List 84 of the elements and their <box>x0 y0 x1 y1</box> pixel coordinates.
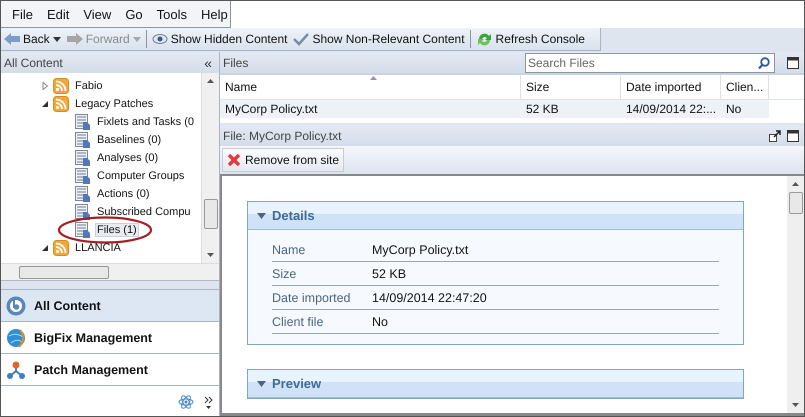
toolbar-button[interactable]: Show Hidden Content <box>146 30 290 48</box>
nav-button[interactable]: All Content <box>1 289 219 321</box>
tree-item[interactable]: Computer Groups <box>95 169 186 183</box>
field-label: Client file <box>272 314 324 328</box>
dropdown-caret-icon <box>52 36 61 42</box>
field-value: 52 KB <box>372 266 406 280</box>
table-cell-text: 52 KB <box>525 102 560 116</box>
collapse-triangle-icon <box>257 212 266 218</box>
vertical-scrollbar[interactable] <box>201 73 219 263</box>
scroll-thumb[interactable] <box>204 199 218 229</box>
horizontal-scrollbar[interactable] <box>1 263 219 280</box>
panel-title: Files <box>223 56 248 70</box>
menu-item[interactable]: File <box>5 6 40 22</box>
tree-item[interactable]: Fixlets and Tasks (0 <box>95 115 196 129</box>
tree-item[interactable]: Actions (0) <box>95 187 152 201</box>
tree-expander-icon[interactable] <box>41 244 49 252</box>
tree-item[interactable]: LLANCIA <box>73 241 123 255</box>
b-logo-icon <box>6 296 26 316</box>
sort-arrow-icon <box>370 76 377 80</box>
list-document-icon <box>75 186 91 202</box>
field-label: Size <box>272 266 298 280</box>
refresh-icon <box>476 30 493 48</box>
list-document-icon <box>75 204 91 220</box>
rss-icon <box>53 96 69 112</box>
list-document-icon <box>75 168 91 184</box>
field-value: 14/09/2014 22:47:20 <box>372 290 487 304</box>
list-document-icon <box>75 222 91 238</box>
toolbar-button[interactable]: Show Non-Relevant Content <box>290 30 468 48</box>
column-header[interactable]: Clien... <box>721 75 769 99</box>
remove-button[interactable]: Remove from site <box>222 148 344 172</box>
forward-arrow-icon <box>66 33 83 45</box>
menu-item[interactable]: View <box>76 6 118 22</box>
overflow-chevron-icon[interactable] <box>204 396 213 410</box>
section-header[interactable]: Preview <box>248 370 743 398</box>
scroll-thumb[interactable] <box>788 192 802 214</box>
pop-out-icon[interactable] <box>769 130 781 142</box>
column-header[interactable]: Date imported <box>621 75 721 99</box>
panel-title: All Content <box>4 56 63 70</box>
maximize-icon[interactable] <box>787 130 799 142</box>
vertical-scrollbar[interactable] <box>787 176 804 413</box>
field-label: Name <box>272 242 306 256</box>
table-cell-text: MyCorp Policy.txt <box>224 102 318 116</box>
rss-icon <box>53 78 69 94</box>
delete-icon <box>227 153 241 167</box>
table-cell-text: 14/09/2014 22:... <box>625 102 718 116</box>
column-header[interactable]: Size <box>521 75 621 99</box>
list-document-icon <box>75 114 91 130</box>
tree-item[interactable]: Baselines (0) <box>95 133 164 147</box>
column-header[interactable]: Name <box>220 75 521 99</box>
panel-title: File: MyCorp Policy.txt <box>223 128 342 142</box>
collapse-triangle-icon <box>257 380 266 386</box>
tree-item[interactable]: Fabio <box>73 79 105 93</box>
list-document-icon <box>75 150 91 166</box>
check-icon <box>293 32 310 46</box>
list-document-icon <box>75 132 91 148</box>
menu-item[interactable]: Edit <box>40 6 76 22</box>
field-value: No <box>372 314 388 328</box>
table-row[interactable]: MyCorp Policy.txt 52 KB 14/09/2014 22:... No <box>220 100 769 118</box>
tree-item[interactable]: Subscribed Compu <box>95 205 193 219</box>
settings-icon[interactable] <box>178 394 194 410</box>
splitter-grip[interactable] <box>1 280 219 289</box>
search-field[interactable]: Search Files <box>525 52 775 72</box>
field-label: Date imported <box>272 290 352 304</box>
toolbar-button[interactable]: Refresh Console <box>470 30 588 48</box>
search-icon <box>758 56 770 70</box>
dropdown-caret-icon <box>132 36 141 42</box>
tree-item[interactable]: Legacy Patches <box>73 97 156 111</box>
back-arrow-icon <box>4 33 20 45</box>
table-cell-text: No <box>725 102 742 116</box>
tree-expander-icon[interactable] <box>41 100 49 108</box>
network-nodes-icon <box>6 360 26 380</box>
maximize-icon[interactable] <box>787 56 799 68</box>
collapse-button[interactable]: « <box>200 54 216 70</box>
tree-item[interactable]: Files (1) <box>95 223 139 237</box>
menu-item[interactable]: Tools <box>150 6 194 22</box>
eye-icon <box>152 32 168 46</box>
section-header[interactable]: Details <box>248 202 743 230</box>
toolbar-button[interactable]: Back <box>1 30 64 48</box>
globe-icon <box>6 328 26 348</box>
tree-item[interactable]: Analyses (0) <box>95 151 160 165</box>
field-value: MyCorp Policy.txt <box>372 242 468 256</box>
rss-icon <box>53 240 69 256</box>
menu-item[interactable]: Help <box>194 6 235 22</box>
menu-item[interactable]: Go <box>118 6 150 22</box>
